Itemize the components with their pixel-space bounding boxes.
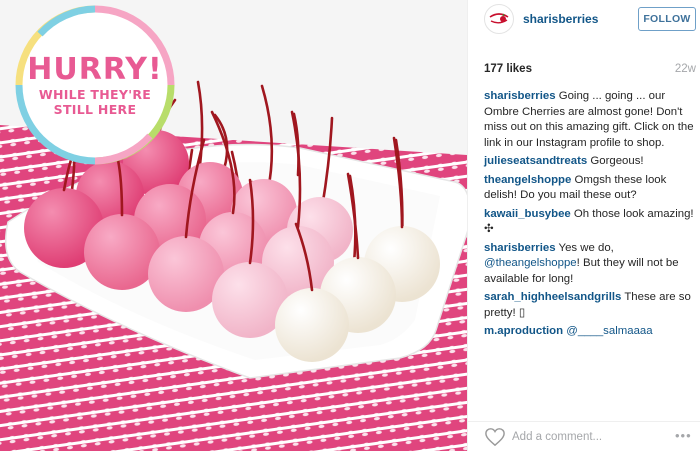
comment-user[interactable]: julieseatsandtreats xyxy=(484,155,587,167)
post-photo[interactable]: HURRY! WHILE THEY'RE STILL HERE xyxy=(0,0,467,451)
post-meta: 177 likes 22w xyxy=(484,63,696,77)
post-sidebar: sharisberries FOLLOW 177 likes 22w shari… xyxy=(467,0,700,451)
avatar[interactable] xyxy=(484,4,514,34)
add-comment-input[interactable] xyxy=(512,429,672,445)
comment: theangelshoppe Omgsh these look delish! … xyxy=(484,173,696,204)
hurry-badge xyxy=(15,5,175,165)
comments-list: sharisberries Going ... going ... our Om… xyxy=(484,89,696,343)
comment: sharisberries Going ... going ... our Om… xyxy=(484,89,696,151)
comment: sharisberries Yes we do, @theangelshoppe… xyxy=(484,241,696,288)
comment: kawaii_busybee Oh those look amazing! ✣ xyxy=(484,207,696,238)
comment-user[interactable]: kawaii_busybee xyxy=(484,208,571,220)
comment-user[interactable]: theangelshoppe xyxy=(484,174,571,186)
more-options-icon[interactable]: ••• xyxy=(675,429,697,444)
comment-user[interactable]: sarah_highheelsandgrills xyxy=(484,291,621,303)
comment-mention[interactable]: @theangelshoppe xyxy=(484,257,577,269)
comment-user[interactable]: sharisberries xyxy=(484,90,556,102)
likes-count[interactable]: 177 likes xyxy=(484,63,532,75)
comment-user[interactable]: sharisberries xyxy=(484,242,556,254)
comment-user[interactable]: m.aproduction xyxy=(484,325,563,337)
post-timestamp[interactable]: 22w xyxy=(675,63,696,75)
comment-text-prefix: Yes we do, xyxy=(558,241,614,254)
comment: julieseatsandtreats Gorgeous! xyxy=(484,154,696,170)
comment-text: Gorgeous! xyxy=(590,155,644,167)
post-header: sharisberries FOLLOW xyxy=(468,0,700,40)
header-username[interactable]: sharisberries xyxy=(523,12,598,26)
comment-mention[interactable]: @____salmaaaa xyxy=(566,325,652,337)
comment-footer: ••• xyxy=(468,421,700,451)
follow-button[interactable]: FOLLOW xyxy=(638,7,696,31)
comment: m.aproduction @____salmaaaa xyxy=(484,324,696,340)
ombre-cherries-photo xyxy=(0,0,467,451)
sharis-berries-logo-icon xyxy=(487,7,511,31)
heart-icon[interactable] xyxy=(484,427,506,447)
comment: sarah_highheelsandgrills These are so pr… xyxy=(484,290,696,321)
